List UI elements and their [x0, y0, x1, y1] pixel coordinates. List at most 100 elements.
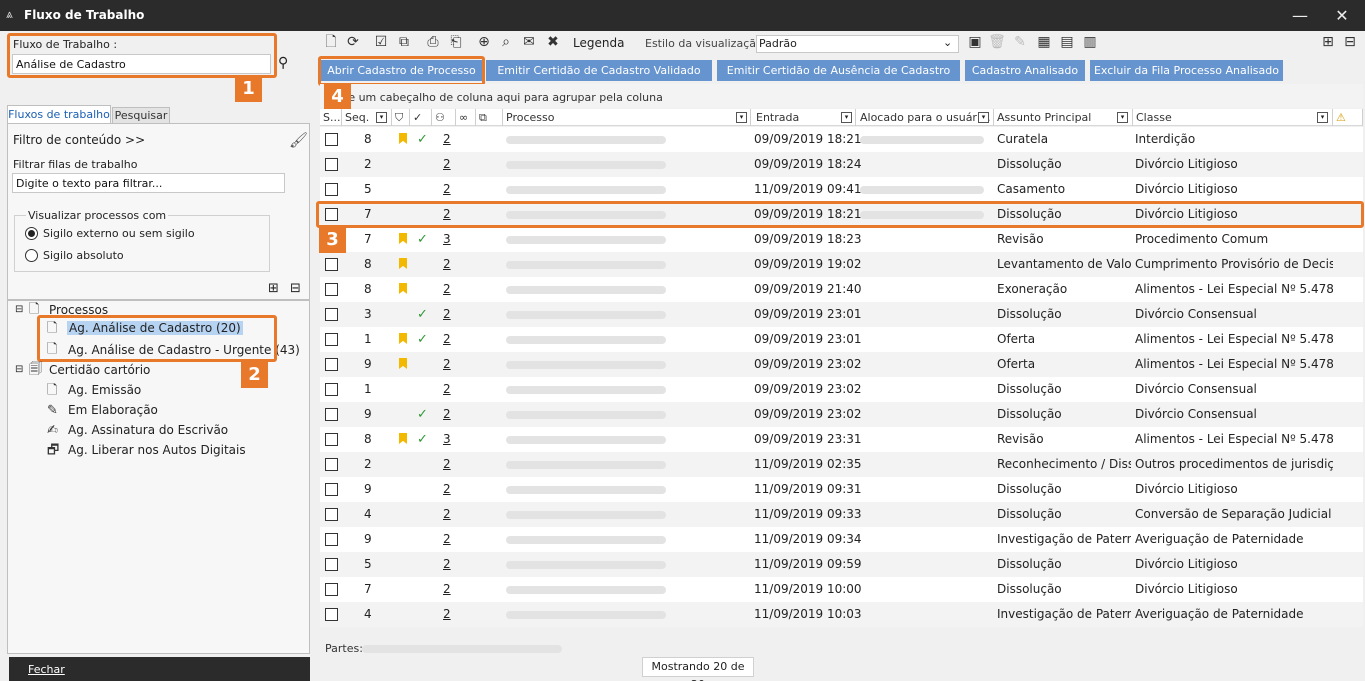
row-docs-link[interactable]: 2 — [443, 477, 451, 502]
row-checkbox[interactable] — [325, 433, 338, 446]
view-style-select[interactable]: Padrão ⌄ — [756, 35, 959, 53]
expand-tree-icon[interactable]: ⊞ — [268, 281, 279, 296]
table-row[interactable]: 2 2 11/09/2019 02:35 Reconhecimento / Disso… — [320, 452, 1363, 477]
row-docs-link[interactable]: 2 — [443, 152, 451, 177]
emitir-certidao-validado-button[interactable]: Emitir Certidão de Cadastro Validado — [486, 60, 712, 81]
table-row[interactable]: 5 2 11/09/2019 09:41 Casamento Divórcio Liti… — [320, 177, 1363, 202]
row-docs-link[interactable]: 2 — [443, 502, 451, 527]
search-doc-icon[interactable]: ⌕ — [497, 33, 515, 51]
add-icon[interactable]: ⊕ — [475, 33, 493, 51]
print-icon[interactable]: ⎙ — [424, 33, 442, 51]
brush-icon[interactable]: 🖌 — [289, 131, 308, 149]
row-checkbox[interactable] — [325, 333, 338, 346]
table-row[interactable]: 9 ✓ 2 09/09/2019 23:02 Dissolução Divórcio Co… — [320, 402, 1363, 427]
row-checkbox[interactable] — [325, 283, 338, 296]
col-assunto[interactable]: Assunto Principal — [994, 109, 1133, 126]
row-checkbox[interactable] — [325, 508, 338, 521]
classe-filter-icon[interactable]: ▾ — [1317, 112, 1328, 123]
search-icon[interactable]: ⚲ — [278, 55, 288, 71]
row-checkbox[interactable] — [325, 383, 338, 396]
minimize-button[interactable]: — — [1277, 0, 1323, 31]
tab-pesquisar[interactable]: Pesquisar — [112, 107, 170, 124]
row-checkbox[interactable] — [325, 533, 338, 546]
row-docs-link[interactable]: 2 — [443, 252, 451, 277]
assunto-filter-icon[interactable]: ▾ — [1117, 112, 1128, 123]
col-flag[interactable]: ⛉ — [392, 109, 410, 126]
col-alocado[interactable]: Alocado para o usuári... — [857, 109, 994, 126]
cadastro-analisado-button[interactable]: Cadastro Analisado — [965, 60, 1085, 81]
row-docs-link[interactable]: 2 — [443, 127, 451, 152]
collapse-certidao-icon[interactable]: ⊟ — [15, 364, 23, 375]
tree-em-elaboracao[interactable]: Em Elaboração — [68, 403, 158, 417]
tree-ag-emissao[interactable]: Ag. Emissão — [68, 383, 141, 397]
seq-filter-icon[interactable]: ▾ — [376, 112, 387, 123]
remove-icon[interactable]: ✖ — [544, 33, 562, 51]
row-docs-link[interactable]: 2 — [443, 527, 451, 552]
table-row[interactable]: 3 ✓ 2 09/09/2019 23:01 Dissolução Divórcio Co… — [320, 302, 1363, 327]
row-docs-link[interactable]: 2 — [443, 277, 451, 302]
filter-queues-input[interactable] — [12, 173, 285, 193]
col-selection[interactable]: S... — [320, 109, 342, 126]
table-row[interactable]: 4 2 11/09/2019 09:33 Dissolução Conversão de… — [320, 502, 1363, 527]
table-row[interactable]: 8 2 09/09/2019 19:02 Levantamento de Valor C… — [320, 252, 1363, 277]
legend-button[interactable]: Legenda — [573, 36, 624, 50]
row-checkbox[interactable] — [325, 458, 338, 471]
row-checkbox[interactable] — [325, 133, 338, 146]
table-row[interactable]: 4 2 11/09/2019 10:03 Investigação de Patern… — [320, 602, 1363, 627]
row-docs-link[interactable]: 2 — [443, 577, 451, 602]
check-all-icon[interactable]: ☑ — [372, 33, 390, 51]
row-checkbox[interactable] — [325, 358, 338, 371]
table-row[interactable]: 5 2 11/09/2019 09:59 Dissolução Divórcio Lit… — [320, 552, 1363, 577]
table-row[interactable]: 9 2 11/09/2019 09:31 Dissolução Divórcio Lit… — [320, 477, 1363, 502]
table-row[interactable]: 8 ✓ 3 09/09/2019 23:31 Revisão Alimentos - Le… — [320, 427, 1363, 452]
row-docs-link[interactable]: 2 — [443, 352, 451, 377]
excluir-fila-button[interactable]: Excluir da Fila Processo Analisado — [1090, 60, 1283, 81]
emitir-certidao-ausencia-button[interactable]: Emitir Certidão de Ausência de Cadastro — [717, 60, 960, 81]
alocado-filter-icon[interactable]: ▾ — [978, 112, 989, 123]
row-checkbox[interactable] — [325, 483, 338, 496]
columns-icon[interactable]: ▥ — [1081, 33, 1099, 51]
tab-fluxos[interactable]: Fluxos de trabalho — [7, 105, 111, 124]
col-warning[interactable]: ⚠ — [1333, 109, 1363, 126]
row-checkbox[interactable] — [325, 258, 338, 271]
col-link[interactable]: ∞ — [456, 109, 476, 126]
copy-icon[interactable]: ⧉ — [395, 33, 413, 51]
table-row[interactable]: 9 2 09/09/2019 23:02 Oferta Alimentos - Lei … — [320, 352, 1363, 377]
col-check[interactable]: ✓ — [410, 109, 432, 126]
content-filter-toggle[interactable]: Filtro de conteúdo >> — [13, 133, 145, 147]
close-window-button[interactable]: ✕ — [1319, 0, 1365, 31]
col-docs[interactable]: ⧉ — [476, 109, 503, 126]
refresh-icon[interactable]: ⟳ — [344, 33, 362, 51]
table-row[interactable]: 7 ✓ 3 09/09/2019 18:23 Revisão Procedimento C… — [320, 227, 1363, 252]
tree-certidao-cartorio[interactable]: Certidão cartório — [49, 363, 150, 377]
collapse-tree-icon[interactable]: ⊟ — [290, 281, 301, 296]
new-document-icon[interactable]: 🗋 — [322, 33, 340, 51]
col-classe[interactable]: Classe — [1133, 109, 1333, 126]
export-excel-icon[interactable]: ▦ — [1035, 33, 1053, 51]
row-docs-link[interactable]: 2 — [443, 327, 451, 352]
row-docs-link[interactable]: 2 — [443, 552, 451, 577]
radio-sigilo-externo[interactable] — [25, 227, 38, 240]
row-docs-link[interactable]: 2 — [443, 402, 451, 427]
row-checkbox[interactable] — [325, 183, 338, 196]
row-checkbox[interactable] — [325, 558, 338, 571]
row-docs-link[interactable]: 3 — [443, 227, 451, 252]
save-icon[interactable]: ⎗ — [447, 33, 465, 51]
row-checkbox[interactable] — [325, 583, 338, 596]
save-view-icon[interactable]: ▣ — [966, 33, 984, 51]
row-docs-link[interactable]: 2 — [443, 302, 451, 327]
radio-sigilo-absoluto[interactable] — [25, 249, 38, 262]
table-row[interactable]: 8 2 09/09/2019 21:40 Exoneração Alimentos - … — [320, 277, 1363, 302]
row-docs-link[interactable]: 2 — [443, 452, 451, 477]
row-docs-link[interactable]: 2 — [443, 377, 451, 402]
row-docs-link[interactable]: 3 — [443, 427, 451, 452]
table-row[interactable]: 2 2 09/09/2019 18:24 Dissolução Divórcio Lit… — [320, 152, 1363, 177]
list-view-icon[interactable]: ⊟ — [1341, 33, 1359, 51]
table-row[interactable]: 1 2 09/09/2019 23:02 Dissolução Divórcio Con… — [320, 377, 1363, 402]
col-processo[interactable]: Processo — [503, 109, 751, 126]
processo-filter-icon[interactable]: ▾ — [736, 112, 747, 123]
export-doc-icon[interactable]: ▤ — [1058, 33, 1076, 51]
comment-icon[interactable]: ✉ — [520, 33, 538, 51]
table-row[interactable]: 8 ✓ 2 09/09/2019 18:21 Curatela Interdição — [320, 127, 1363, 152]
tree-ag-assinatura[interactable]: Ag. Assinatura do Escrivão — [68, 423, 228, 437]
